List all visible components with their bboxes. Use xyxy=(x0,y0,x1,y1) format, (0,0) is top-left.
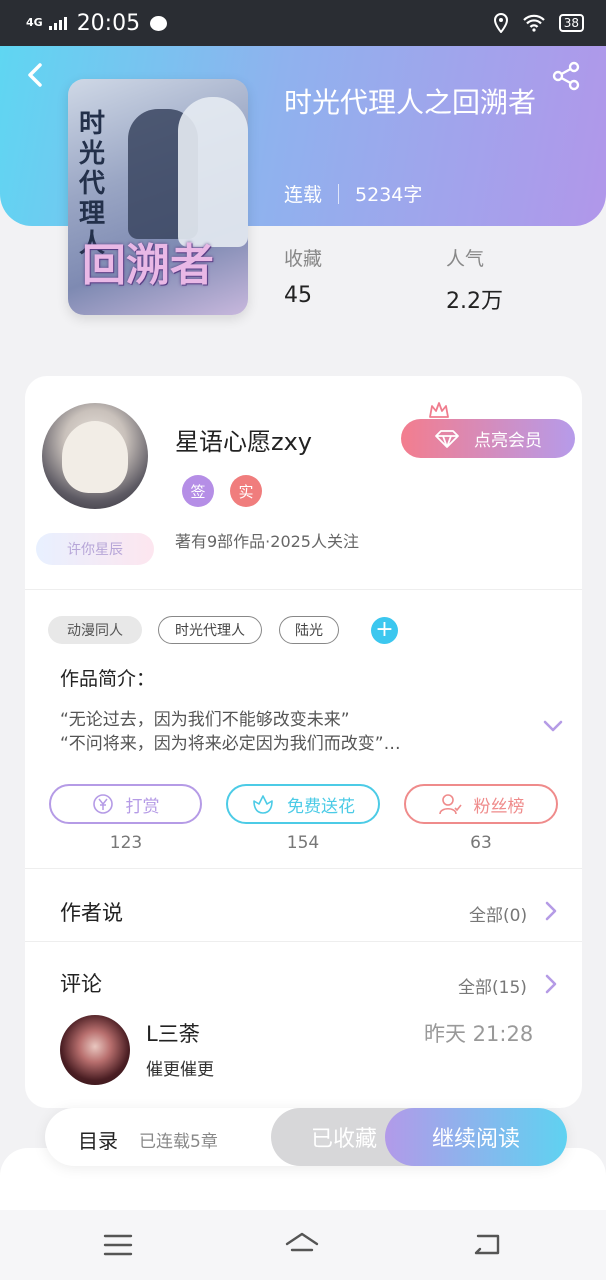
comments-all-link[interactable]: 全部(15) xyxy=(458,973,527,998)
tag-chip[interactable]: 陆光 xyxy=(279,616,339,644)
free-flower-button[interactable]: 免费送花 xyxy=(226,784,380,824)
verified-badge: 实 xyxy=(230,475,262,507)
location-icon xyxy=(493,13,508,33)
chevron-right-icon[interactable] xyxy=(545,901,557,921)
commenter-name[interactable]: L三荼 xyxy=(146,1018,200,1048)
stat-favorites: 收藏 45 xyxy=(284,244,322,308)
commenter-avatar[interactable] xyxy=(60,1015,130,1085)
book-cover-image[interactable]: 时光代理人 回溯者 xyxy=(68,79,248,315)
cover-big-title: 回溯者 xyxy=(82,240,214,291)
wifi-icon xyxy=(522,14,545,32)
tag-chip[interactable]: 时光代理人 xyxy=(158,616,262,644)
chevron-right-icon[interactable] xyxy=(545,974,557,994)
author-says-all-link[interactable]: 全部(0) xyxy=(469,901,527,926)
chapter-count: 已连载5章 xyxy=(139,1132,218,1152)
book-status: 连载 xyxy=(284,184,323,206)
share-icon[interactable] xyxy=(550,60,582,92)
diamond-icon xyxy=(435,429,459,448)
book-word-count: 5234字 xyxy=(355,184,423,206)
fan-count: 63 xyxy=(470,833,492,853)
intro-title: 作品简介： xyxy=(60,668,156,690)
vip-label: 点亮会员 xyxy=(474,431,542,451)
clock-time: 20:05 xyxy=(76,10,141,36)
back-arrow-icon[interactable] xyxy=(22,60,50,90)
flower-label: 免费送花 xyxy=(287,796,355,817)
tag-chip[interactable]: 动漫同人 xyxy=(48,616,142,644)
stat-label: 人气 xyxy=(446,248,485,270)
message-notification-icon xyxy=(150,15,168,31)
comment-time: 昨天 21:28 xyxy=(424,1022,534,1046)
signed-badge: 签 xyxy=(182,475,214,507)
table-of-contents-button[interactable]: 目录 xyxy=(78,1125,118,1154)
stat-popularity: 人气 2.2万 xyxy=(446,244,503,315)
yen-coin-icon xyxy=(92,794,113,814)
expand-chevron-icon[interactable] xyxy=(542,718,564,734)
back-nav-icon[interactable] xyxy=(470,1228,504,1262)
author-name[interactable]: 星语心愿zxy xyxy=(175,422,312,457)
comment-text: 催更催更 xyxy=(146,1060,214,1080)
network-type: 4G xyxy=(26,16,43,29)
section-divider xyxy=(25,589,582,590)
fan-ranking-button[interactable]: 粉丝榜 xyxy=(404,784,558,824)
signal-icon xyxy=(48,16,67,30)
flower-count: 154 xyxy=(286,833,320,853)
author-summary: 著有9部作品·2025人关注 xyxy=(175,532,359,551)
home-icon[interactable] xyxy=(285,1228,319,1262)
stat-value: 2.2万 xyxy=(446,289,503,314)
meta-divider xyxy=(338,183,340,204)
battery-indicator: 38 xyxy=(558,14,584,32)
fans-user-icon xyxy=(438,794,462,815)
crown-icon xyxy=(429,402,449,418)
avatar-frame-tag: 许你星辰 xyxy=(36,533,154,565)
book-meta: 连载 5234字 xyxy=(284,180,422,207)
tip-button[interactable]: 打赏 xyxy=(49,784,202,824)
comments-title: 评论 xyxy=(60,972,102,996)
menu-icon[interactable] xyxy=(101,1228,135,1262)
tip-count: 123 xyxy=(109,833,143,853)
tip-label: 打赏 xyxy=(125,796,160,817)
stat-value: 45 xyxy=(284,283,312,308)
stat-label: 收藏 xyxy=(284,248,323,270)
author-says-title: 作者说 xyxy=(60,901,123,925)
fan-ranking-label: 粉丝榜 xyxy=(473,796,525,817)
status-bar: 4G 20:05 38 xyxy=(0,0,606,46)
section-divider xyxy=(25,868,582,869)
author-avatar[interactable] xyxy=(42,403,148,509)
vip-membership-button[interactable]: 点亮会员 xyxy=(401,419,575,458)
add-tag-button[interactable]: + xyxy=(371,617,398,644)
intro-line: “无论过去，因为我们不能够改变未来” xyxy=(60,710,350,730)
book-title: 时光代理人之回溯者 xyxy=(284,86,537,119)
flower-icon xyxy=(253,795,273,814)
cover-figure-light xyxy=(178,97,248,247)
intro-line: “不问将来，因为将来必定因为我们而改变”… xyxy=(60,734,401,754)
section-divider xyxy=(25,941,582,942)
continue-reading-button[interactable]: 继续阅读 xyxy=(385,1108,567,1166)
